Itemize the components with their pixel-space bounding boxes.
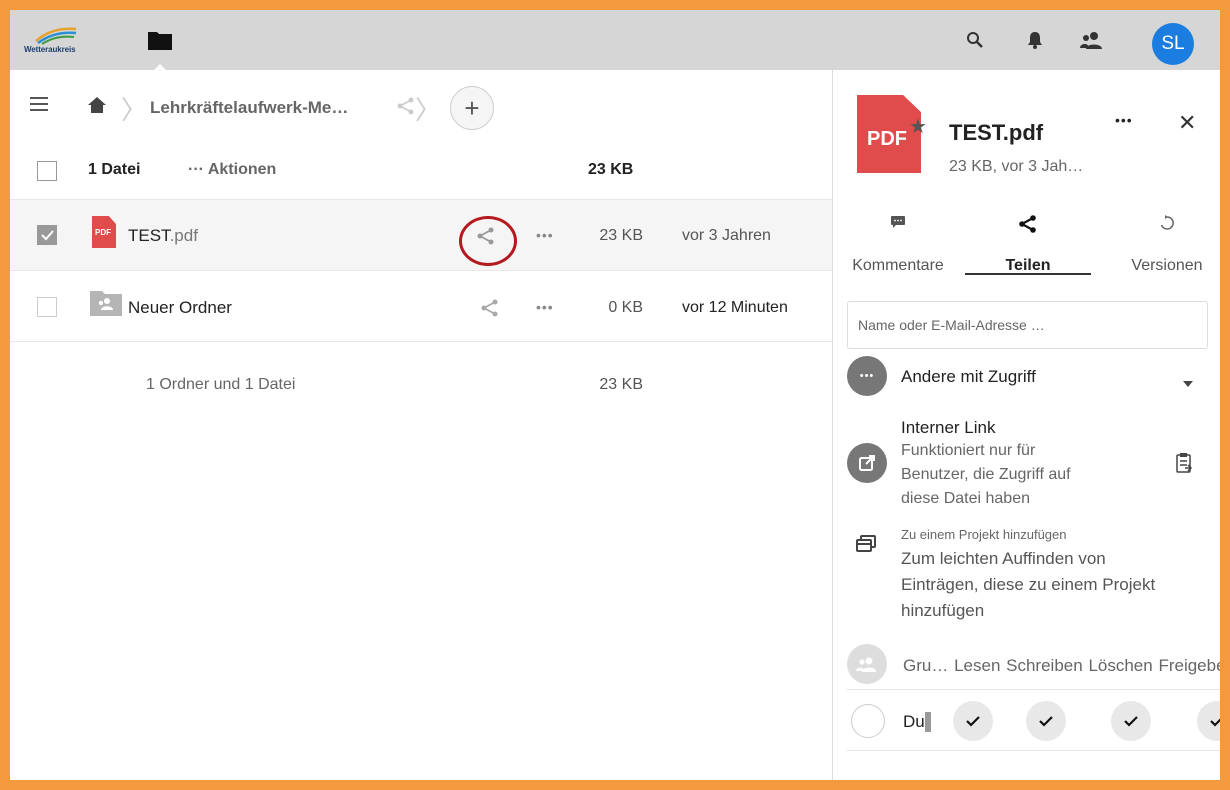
active-app-indicator	[154, 64, 166, 70]
tab-comments[interactable]: Kommentare	[833, 195, 963, 275]
shared-folder-icon	[90, 288, 122, 321]
others-dots-icon: •••	[847, 356, 887, 396]
file-row-test-pdf[interactable]: PDF TEST.pdf ••• 23 KB vor 3 Jahren	[10, 200, 832, 271]
share-icon	[1018, 215, 1038, 238]
more-actions-icon[interactable]: •••	[536, 299, 554, 315]
text-cursor	[925, 712, 931, 732]
breadcrumb-separator: 〉	[121, 95, 148, 125]
more-actions-icon[interactable]: •••	[536, 227, 554, 243]
breadcrumb-folder[interactable]: Lehrkräftelaufwerk-Me…	[150, 98, 348, 118]
actions-menu[interactable]: ··· Aktionen	[188, 161, 276, 179]
wetteraukreis-logo[interactable]: Wetteraukreis	[24, 25, 94, 59]
user-avatar-placeholder	[851, 704, 885, 738]
pdf-badge: PDF	[867, 128, 907, 150]
home-icon[interactable]	[87, 96, 107, 119]
perm-col-share: Freigeben	[1158, 656, 1230, 675]
sidebar-more-icon[interactable]: •••	[1115, 112, 1133, 128]
file-extension: .pdf	[169, 226, 198, 245]
summary-size: 23 KB	[599, 376, 643, 393]
selection-count: 1 Datei	[88, 161, 141, 178]
sidebar-file-meta: 23 KB, vor 3 Jah…	[949, 158, 1084, 175]
internal-link-desc-line: Benutzer, die Zugriff auf	[901, 466, 1071, 483]
perm-col-delete: Löschen	[1088, 656, 1153, 675]
project-hint-line: Zum leichten Auffinden von	[901, 549, 1106, 568]
internal-link-desc-line: Funktioniert nur für	[901, 442, 1036, 459]
internal-link-title: Interner Link	[901, 418, 996, 437]
divider	[847, 750, 1220, 751]
favorite-star-icon[interactable]: ★	[909, 114, 927, 139]
select-all-checkbox[interactable]	[37, 161, 57, 181]
clipboard-icon[interactable]	[1175, 452, 1193, 479]
highlight-annotation	[459, 216, 517, 266]
breadcrumb-separator: 〉	[415, 95, 442, 125]
internal-link-desc-line: diese Datei haben	[901, 490, 1030, 507]
file-size: 23 KB	[599, 227, 643, 244]
files-app-icon[interactable]	[146, 26, 174, 70]
pdf-file-icon: PDF	[92, 216, 116, 248]
add-to-project-link[interactable]: Zu einem Projekt hinzufügen	[901, 527, 1066, 542]
contacts-icon[interactable]	[1080, 28, 1104, 52]
perm-write-check-icon[interactable]	[1026, 701, 1066, 741]
pdf-badge: PDF	[95, 228, 111, 237]
file-checkbox[interactable]	[37, 225, 57, 245]
active-tab-indicator	[965, 273, 1091, 275]
share-search-input[interactable]	[847, 301, 1208, 349]
perm-delete-check-icon[interactable]	[1111, 701, 1151, 741]
permissions-header: Gru… Lesen Schreiben Löschen Freigeben	[903, 656, 1230, 676]
share-icon[interactable]	[480, 299, 500, 322]
perm-read-check-icon[interactable]	[953, 701, 993, 741]
project-hint-line: hinzufügen	[901, 601, 985, 620]
perm-share-check-icon[interactable]	[1197, 701, 1220, 741]
perm-col-read: Lesen	[954, 656, 1001, 675]
tab-share[interactable]: Teilen	[965, 195, 1091, 275]
comment-icon	[890, 215, 906, 234]
perm-row-user: Du	[903, 712, 925, 731]
others-with-access-label[interactable]: Andere mit Zugriff	[901, 367, 1036, 387]
notifications-bell-icon[interactable]	[1023, 28, 1047, 52]
divider	[847, 689, 1220, 690]
dropdown-caret-icon[interactable]	[1183, 374, 1193, 392]
top-bar: Wetteraukreis SL	[10, 10, 1220, 70]
file-name[interactable]: TEST.pdf	[128, 226, 198, 246]
tab-versions[interactable]: Versionen	[1103, 195, 1220, 275]
close-icon[interactable]: ✕	[1178, 110, 1196, 136]
logo-text: Wetteraukreis	[24, 45, 76, 54]
tab-label: Versionen	[1131, 257, 1203, 274]
file-date: vor 3 Jahren	[682, 227, 771, 244]
app-frame: Wetteraukreis SL 〉 Lehrkräftelaufwerk-Me…	[0, 0, 1230, 790]
external-link-icon	[847, 443, 887, 483]
history-icon	[1159, 215, 1175, 236]
project-icon	[856, 535, 876, 558]
file-row-neuer-ordner[interactable]: Neuer Ordner ••• 0 KB vor 12 Minuten	[10, 271, 832, 342]
file-name-base: TEST	[128, 226, 170, 245]
project-hint-line: Einträgen, diese zu einem Projekt	[901, 575, 1156, 594]
summary-text: 1 Ordner und 1 Datei	[146, 376, 296, 393]
details-sidebar: PDF ★ TEST.pdf 23 KB, vor 3 Jah… ••• ✕ K…	[832, 70, 1230, 780]
perm-col-write: Schreiben	[1006, 656, 1083, 675]
hamburger-menu-icon[interactable]	[30, 96, 48, 117]
file-size: 0 KB	[608, 299, 643, 316]
search-icon[interactable]	[963, 28, 987, 52]
new-file-button[interactable]: +	[450, 86, 494, 130]
file-name[interactable]: Neuer Ordner	[128, 298, 232, 318]
file-checkbox[interactable]	[37, 297, 57, 317]
tab-label: Kommentare	[852, 257, 944, 274]
user-avatar[interactable]: SL	[1152, 23, 1194, 65]
share-icon[interactable]	[396, 97, 416, 120]
perm-col-group: Gru…	[903, 656, 949, 675]
selection-size: 23 KB	[588, 161, 634, 178]
sidebar-file-title: TEST.pdf	[949, 120, 1044, 145]
file-date: vor 12 Minuten	[682, 299, 788, 316]
group-icon	[847, 644, 887, 684]
